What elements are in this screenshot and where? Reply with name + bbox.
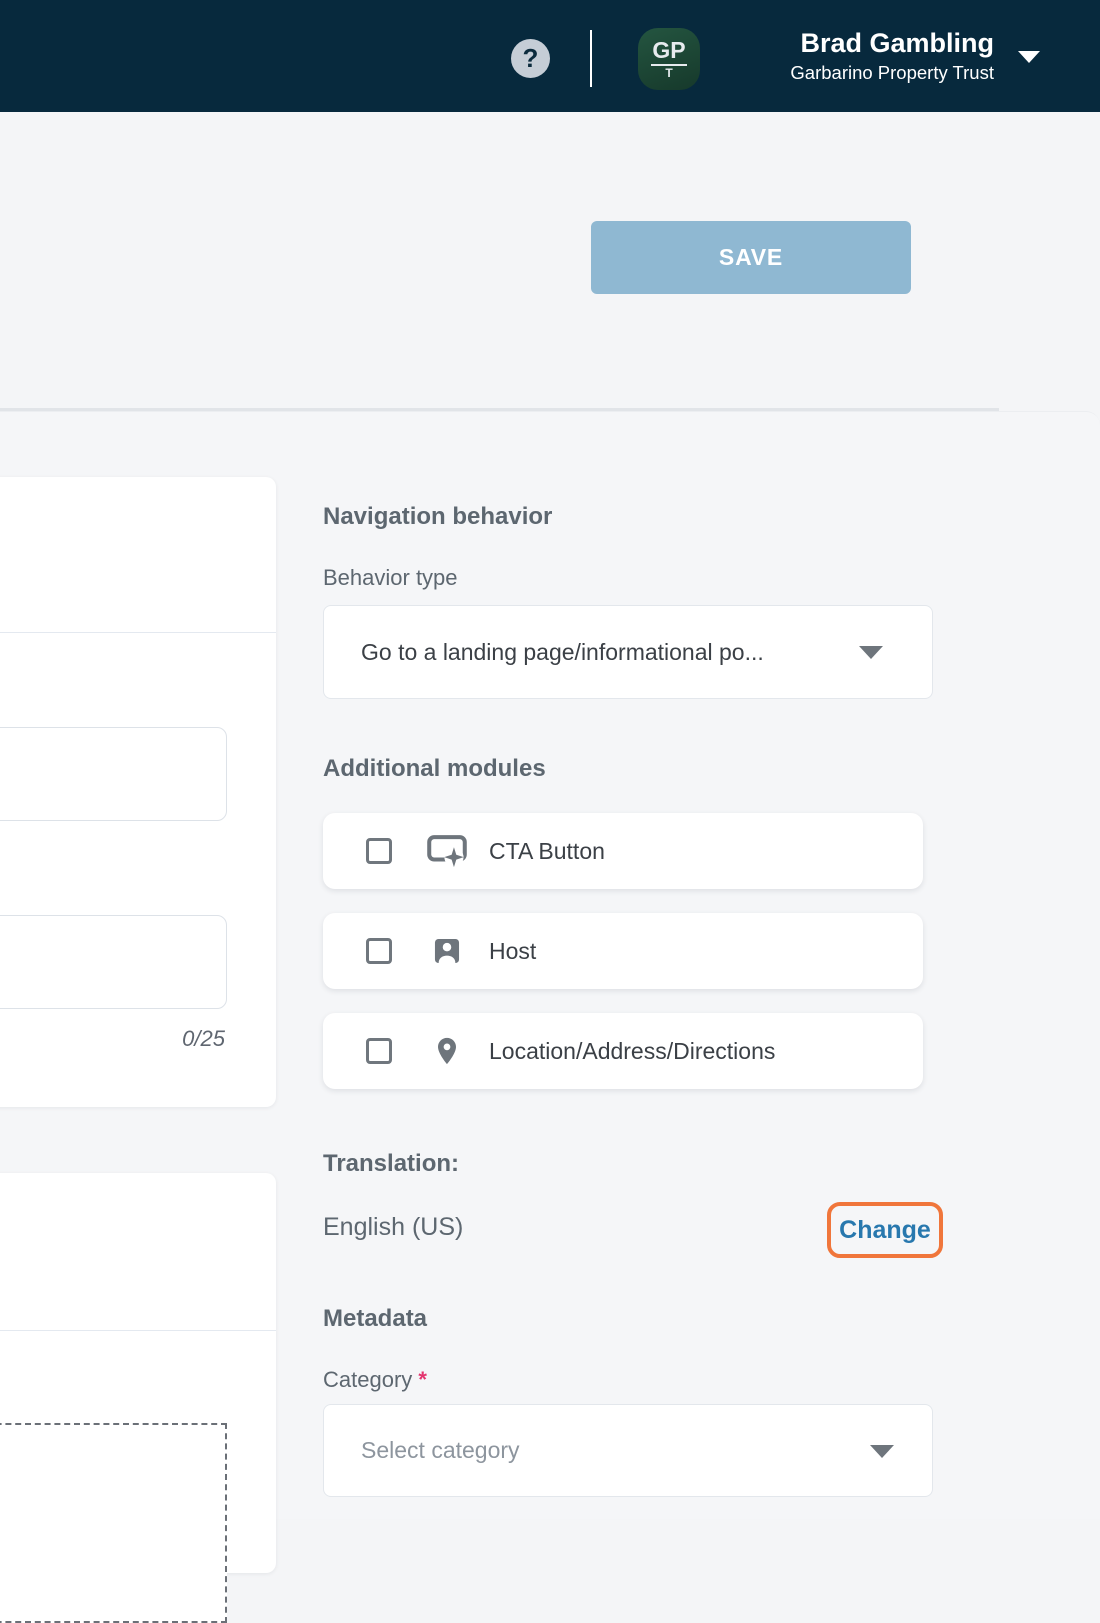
chevron-down-icon bbox=[859, 646, 883, 659]
chevron-down-icon bbox=[870, 1445, 894, 1458]
module-label: CTA Button bbox=[489, 838, 605, 865]
char-counter: 0/25 bbox=[0, 1026, 225, 1052]
behavior-type-value: Go to a landing page/informational po... bbox=[324, 639, 764, 666]
host-icon bbox=[425, 934, 469, 968]
avatar-sub-initial: T bbox=[665, 67, 672, 79]
cta-button-checkbox[interactable] bbox=[366, 838, 392, 864]
module-row-host[interactable]: Host bbox=[323, 913, 923, 989]
subtitle-input[interactable] bbox=[0, 915, 227, 1009]
change-link-highlight: Change bbox=[827, 1202, 943, 1258]
avatar: GP T bbox=[638, 28, 700, 90]
cta-button-icon bbox=[425, 834, 469, 868]
module-label: Host bbox=[489, 938, 536, 965]
metadata-heading: Metadata bbox=[323, 1305, 427, 1333]
card-section-divider bbox=[0, 632, 276, 633]
navigation-behavior-heading: Navigation behavior bbox=[323, 503, 552, 531]
category-placeholder: Select category bbox=[324, 1437, 520, 1464]
title-input[interactable] bbox=[0, 727, 227, 821]
content-divider bbox=[0, 408, 999, 411]
location-checkbox[interactable] bbox=[366, 1038, 392, 1064]
translation-heading: Translation: bbox=[323, 1150, 459, 1178]
upload-dropzone[interactable] bbox=[0, 1423, 227, 1623]
additional-modules-heading: Additional modules bbox=[323, 755, 546, 783]
card-section-divider bbox=[0, 1330, 276, 1331]
category-label: Category * bbox=[323, 1367, 427, 1393]
host-checkbox[interactable] bbox=[366, 938, 392, 964]
help-icon[interactable]: ? bbox=[511, 39, 550, 78]
module-row-location[interactable]: Location/Address/Directions bbox=[323, 1013, 923, 1089]
location-pin-icon bbox=[425, 1032, 469, 1070]
required-asterisk: * bbox=[418, 1367, 427, 1392]
category-label-text: Category bbox=[323, 1367, 412, 1392]
module-label: Location/Address/Directions bbox=[489, 1038, 775, 1065]
translation-language: English (US) bbox=[323, 1213, 463, 1242]
user-organization: Garbarino Property Trust bbox=[694, 62, 994, 84]
behavior-type-label: Behavior type bbox=[323, 565, 458, 591]
user-name: Brad Gambling bbox=[694, 28, 994, 59]
avatar-initials: GP bbox=[651, 39, 686, 66]
chevron-down-icon[interactable] bbox=[1018, 51, 1040, 63]
change-translation-link[interactable]: Change bbox=[839, 1216, 931, 1245]
header-divider bbox=[590, 30, 592, 87]
user-menu[interactable]: GP T Brad Gambling Garbarino Property Tr… bbox=[630, 20, 1060, 98]
behavior-type-select[interactable]: Go to a landing page/informational po... bbox=[323, 605, 933, 699]
save-button[interactable]: SAVE bbox=[591, 221, 911, 294]
app-header: ? GP T Brad Gambling Garbarino Property … bbox=[0, 0, 1100, 112]
module-row-cta-button[interactable]: CTA Button bbox=[323, 813, 923, 889]
category-select[interactable]: Select category bbox=[323, 1404, 933, 1497]
